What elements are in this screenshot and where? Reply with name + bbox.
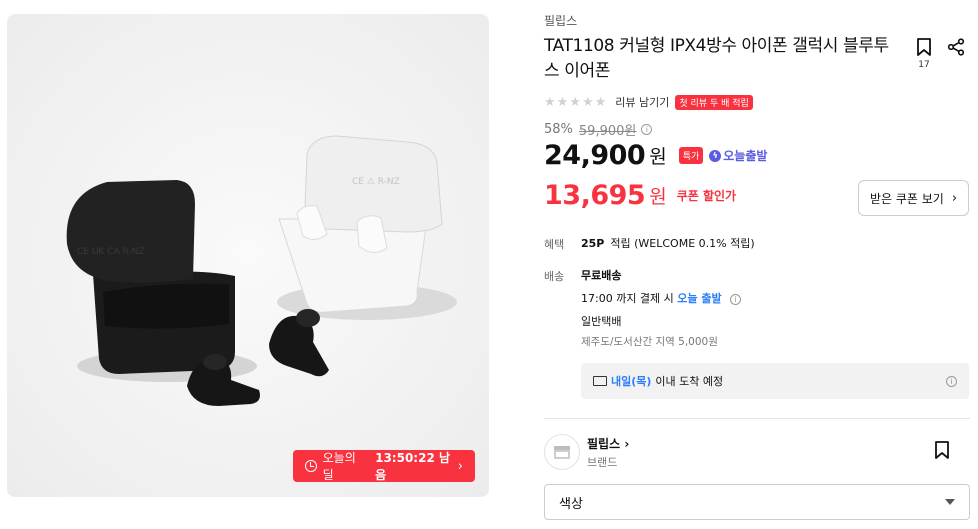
info-icon[interactable]: i <box>946 375 957 387</box>
store-name-link[interactable]: 필립스 › <box>587 435 629 452</box>
share-icon <box>947 38 965 56</box>
store-icon[interactable] <box>544 434 580 470</box>
deal-countdown: 13:50:22 남음 <box>375 451 451 482</box>
arrival-day: 내일(목) <box>611 375 652 388</box>
shipping-label: 배송 <box>544 270 565 283</box>
shipping-deadline-text: 17:00 까지 결제 시 <box>581 292 674 305</box>
chevron-right-icon: › <box>624 437 630 451</box>
divider <box>544 418 970 419</box>
truck-icon <box>593 376 607 386</box>
store-row: 필립스 › 브랜드 <box>544 433 970 473</box>
deal-timer-button[interactable]: 오늘의딜 13:50:22 남음 › <box>293 450 475 482</box>
deal-label: 오늘의딜 <box>322 451 356 482</box>
shipping-carrier: 일반택배 <box>581 315 622 328</box>
color-option-select[interactable]: 색상 <box>544 484 970 520</box>
shipping-deadline: 17:00 까지 결제 시 오늘 출발 i <box>581 290 742 306</box>
store-name: 필립스 <box>587 437 621 451</box>
write-review-link[interactable]: 리뷰 남기기 <box>615 94 669 110</box>
lightning-icon: ϟ <box>709 149 722 162</box>
benefit-points: 25P <box>581 237 605 250</box>
rating-stars: ★★★★★ <box>544 94 608 110</box>
view-coupons-button[interactable]: 받은 쿠폰 보기 › <box>858 180 969 216</box>
discount-row: 58% 59,900원 i <box>544 120 653 139</box>
store-bookmark-button[interactable] <box>934 441 950 463</box>
original-price: 59,900원 <box>578 124 637 139</box>
product-image: CE ⚠ R-NZ CE UK CA R-NZ <box>7 14 489 497</box>
benefit-desc: 적립 (WELCOME 0.1% 적립) <box>610 237 755 250</box>
price-currency: 원 <box>649 146 667 168</box>
rating-row: ★★★★★ 리뷰 남기기 첫 리뷰 두 배 적립 <box>544 94 753 110</box>
shipping-type: 무료배송 <box>581 269 622 282</box>
clock-icon <box>305 460 317 472</box>
bookmark-button[interactable] <box>914 38 934 60</box>
bookmark-count: 17 <box>918 60 930 70</box>
bookmark-icon <box>935 441 949 459</box>
coupon-price-row: 13,695 원 쿠폰 할인가 <box>544 180 736 211</box>
price-row: 24,900 원 특가 ϟ 오늘출발 <box>544 140 767 171</box>
coupon-label: 쿠폰 할인가 <box>676 189 737 203</box>
arrival-text: 이내 도착 예정 <box>655 375 724 388</box>
chevron-right-icon: › <box>457 458 463 474</box>
special-badge: 특가 <box>678 147 704 164</box>
brand-link[interactable]: 필립스 <box>544 12 577 29</box>
arrival-estimate: 내일(목) 이내 도착 예정 i <box>581 363 969 399</box>
shipping-extra-fee: 제주도/도서산간 지역 5,000원 <box>581 336 718 348</box>
color-option-label: 색상 <box>559 496 583 512</box>
sale-price: 24,900 <box>544 140 646 171</box>
today-delivery-badge: ϟ 오늘출발 <box>709 147 767 164</box>
coupon-currency: 원 <box>649 186 667 208</box>
product-title: TAT1108 커널형 IPX4방수 아이폰 갤럭시 블루투스 이어폰 <box>544 36 889 81</box>
share-button[interactable] <box>947 38 965 60</box>
benefit-label: 혜택 <box>544 238 565 251</box>
first-review-badge: 첫 리뷰 두 배 적립 <box>675 94 753 110</box>
svg-text:CE ⚠ R-NZ: CE ⚠ R-NZ <box>352 177 400 187</box>
product-image-panel[interactable]: CE ⚠ R-NZ CE UK CA R-NZ 오늘의딜 13:50:22 남음… <box>7 14 489 497</box>
today-delivery-label: 오늘출발 <box>723 149 768 163</box>
coupon-price: 13,695 <box>544 180 646 211</box>
chevron-right-icon: › <box>951 190 958 206</box>
view-coupons-label: 받은 쿠폰 보기 <box>869 191 944 206</box>
svg-text:CE UK CA R-NZ: CE UK CA R-NZ <box>77 247 145 257</box>
info-icon[interactable]: i <box>730 294 742 305</box>
benefit-value: 25P 적립 (WELCOME 0.1% 적립) <box>581 235 755 251</box>
shipping-deadline-highlight: 오늘 출발 <box>677 292 722 305</box>
bookmark-icon <box>917 38 931 56</box>
store-type: 브랜드 <box>587 456 618 469</box>
info-icon[interactable]: i <box>641 124 653 135</box>
discount-rate: 58% <box>544 122 573 137</box>
caret-down-icon <box>945 499 955 505</box>
